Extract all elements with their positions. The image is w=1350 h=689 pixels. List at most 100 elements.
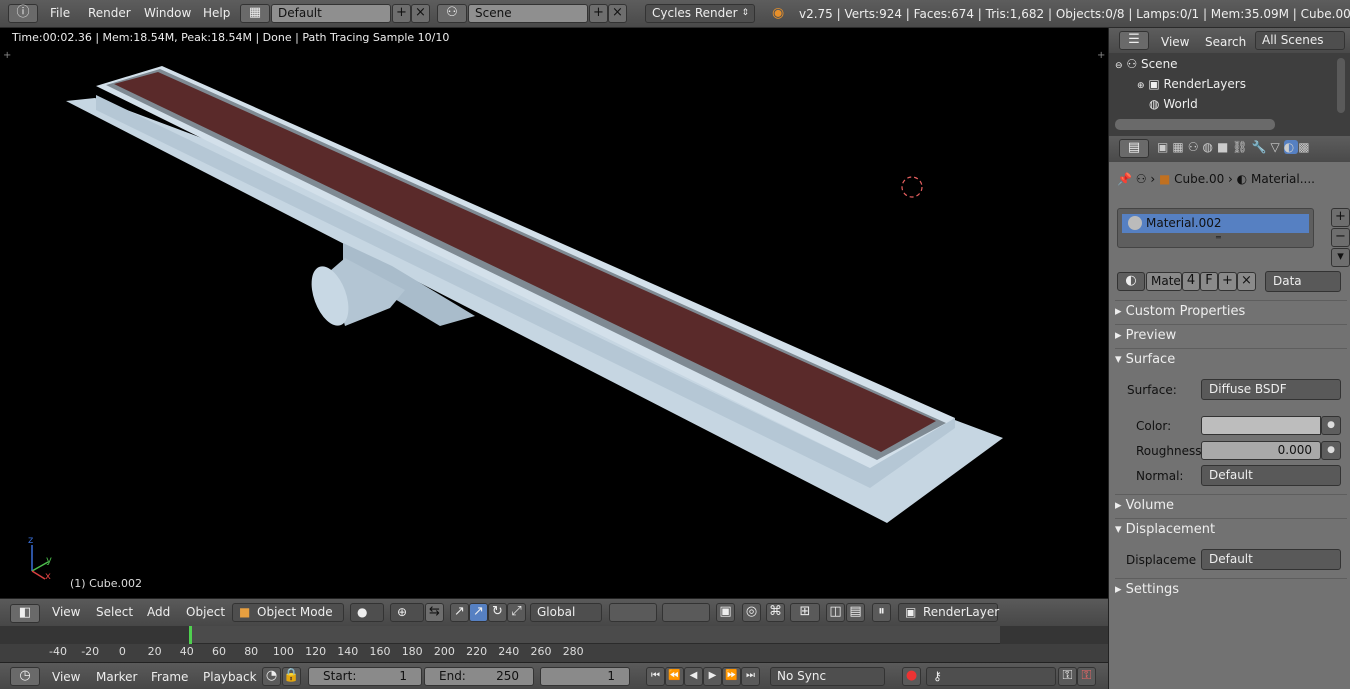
material-name-field[interactable]: Mate: [1146, 272, 1182, 291]
translate-manipulator-icon[interactable]: ↗: [469, 603, 488, 622]
panel-volume[interactable]: ▸ Volume: [1115, 494, 1347, 516]
delete-keyframe-icon[interactable]: ⚿: [1077, 667, 1096, 686]
remove-layout-icon[interactable]: ×: [411, 4, 430, 23]
material-slot-list[interactable]: Material.002 ═: [1117, 208, 1314, 248]
outliner-item-renderlayers[interactable]: ⊕ ▣ RenderLayers: [1109, 74, 1341, 94]
scene-icon[interactable]: ⚇: [437, 4, 467, 23]
layers-tab-icon[interactable]: ▦: [1172, 140, 1187, 154]
remove-slot-icon[interactable]: −: [1331, 228, 1350, 247]
keying-set-field[interactable]: ⚷: [926, 667, 1056, 686]
menu-outliner-view[interactable]: View: [1161, 34, 1189, 53]
mode-dropdown[interactable]: ■ Object Mode: [232, 603, 344, 622]
autokey-icon[interactable]: ◔: [262, 667, 281, 686]
layer-lock-icon[interactable]: ▣: [716, 603, 735, 622]
snap-element-icon[interactable]: ◎: [742, 603, 761, 622]
color-link-icon[interactable]: ●: [1321, 416, 1341, 435]
scene-tab-icon[interactable]: ⚇: [1188, 140, 1203, 154]
menu-tl-view[interactable]: View: [52, 669, 80, 688]
panel-preview[interactable]: ▸ Preview: [1115, 324, 1347, 346]
insert-keyframe-icon[interactable]: ⚿: [1058, 667, 1077, 686]
add-scene-icon[interactable]: +: [589, 4, 608, 23]
screen-layout-field[interactable]: Default: [271, 4, 391, 23]
editor-type-outliner-icon[interactable]: ☰: [1119, 31, 1149, 50]
menu-window[interactable]: Window: [144, 6, 191, 20]
editor-type-timeline-icon[interactable]: ◷: [10, 667, 40, 686]
lock-range-icon[interactable]: 🔒: [282, 667, 301, 686]
proportional-icon[interactable]: ⇆: [425, 603, 444, 622]
screen-layout-icon[interactable]: ▦: [240, 4, 270, 23]
resize-handle-icon[interactable]: ═: [1216, 233, 1221, 242]
render-engine-dropdown[interactable]: Cycles Render ⇕: [645, 4, 755, 23]
manipulator-toggle-icon[interactable]: ↗: [450, 603, 469, 622]
opengl-render-icon[interactable]: ◫: [826, 603, 845, 622]
menu-add[interactable]: Add: [147, 604, 170, 623]
panel-surface[interactable]: ▾ Surface: [1115, 348, 1347, 370]
menu-tl-playback[interactable]: Playback: [203, 669, 257, 688]
timeline[interactable]: -40 -20 0 20 40 60 80 100 120 140 160 180 200 220 240 2…: [0, 626, 1108, 662]
jump-keyframe-forward-icon[interactable]: ⏩: [722, 667, 741, 686]
browse-material-icon[interactable]: ◐: [1117, 272, 1145, 291]
menu-object[interactable]: Object: [186, 604, 225, 623]
remove-scene-icon[interactable]: ×: [608, 4, 627, 23]
layers-grid-2[interactable]: [662, 603, 710, 622]
play-icon[interactable]: ▶: [703, 667, 722, 686]
jump-end-icon[interactable]: ⏭: [741, 667, 760, 686]
orientation-dropdown[interactable]: Global: [530, 603, 602, 622]
outliner-item-world[interactable]: ◍ World: [1109, 94, 1341, 114]
displacement-dropdown[interactable]: Default: [1201, 549, 1341, 570]
pivot-dropdown[interactable]: ⊕: [390, 603, 424, 622]
panel-displacement[interactable]: ▾ Displacement: [1115, 518, 1347, 540]
link-mode-dropdown[interactable]: Data: [1265, 271, 1341, 292]
menu-file[interactable]: File: [50, 6, 70, 20]
menu-tl-marker[interactable]: Marker: [96, 669, 137, 688]
roughness-link-icon[interactable]: ●: [1321, 441, 1341, 460]
modifiers-tab-icon[interactable]: 🔧: [1252, 140, 1271, 154]
menu-select[interactable]: Select: [96, 604, 133, 623]
normal-dropdown[interactable]: Default: [1201, 465, 1341, 486]
start-frame-field[interactable]: Start: 1: [308, 667, 422, 686]
outliner-display-dropdown[interactable]: All Scenes: [1255, 31, 1345, 50]
editor-type-3d-icon[interactable]: ◧: [10, 604, 40, 623]
snap-mode-icon[interactable]: ⊞: [790, 603, 820, 622]
shading-dropdown[interactable]: ●: [350, 603, 384, 622]
play-reverse-icon[interactable]: ◀: [684, 667, 703, 686]
menu-render[interactable]: Render: [88, 6, 131, 20]
context-tabs[interactable]: ▣▦⚇◍■⛓🔧▽◐▩: [1157, 140, 1347, 158]
surface-shader-dropdown[interactable]: Diffuse BSDF: [1201, 379, 1341, 400]
scale-manipulator-icon[interactable]: ⤢: [507, 603, 526, 622]
outliner-item-scene[interactable]: ⊖ ⚇ Scene: [1109, 54, 1341, 74]
current-frame-field[interactable]: 1: [540, 667, 630, 686]
editor-type-properties-icon[interactable]: ▤: [1119, 139, 1149, 158]
fake-user-toggle[interactable]: F: [1200, 272, 1218, 291]
info-editor-type-icon[interactable]: ⓘ: [8, 4, 38, 23]
unlink-material-icon[interactable]: ×: [1237, 272, 1256, 291]
outliner-hscrollbar[interactable]: [1115, 119, 1275, 130]
add-layout-icon[interactable]: +: [392, 4, 411, 23]
record-icon[interactable]: ●: [902, 667, 921, 686]
opengl-anim-icon[interactable]: ▤: [846, 603, 865, 622]
new-material-icon[interactable]: +: [1218, 272, 1237, 291]
panel-custom-properties[interactable]: ▸ Custom Properties: [1115, 300, 1347, 322]
jump-keyframe-back-icon[interactable]: ⏪: [665, 667, 684, 686]
users-count[interactable]: 4: [1182, 272, 1200, 291]
roughness-slider[interactable]: 0.000: [1201, 441, 1321, 460]
texture-tab-icon[interactable]: ▩: [1298, 140, 1313, 154]
menu-view[interactable]: View: [52, 604, 80, 623]
rotate-manipulator-icon[interactable]: ↻: [488, 603, 507, 622]
current-frame-marker[interactable]: [189, 626, 192, 644]
color-swatch[interactable]: [1201, 416, 1321, 435]
snap-toggle-icon[interactable]: ⌘: [766, 603, 785, 622]
sync-dropdown[interactable]: No Sync: [770, 667, 885, 686]
world-tab-icon[interactable]: ◍: [1202, 140, 1216, 154]
constraints-tab-icon[interactable]: ⛓: [1232, 140, 1251, 154]
menu-help[interactable]: Help: [203, 6, 230, 20]
data-tab-icon[interactable]: ▽: [1270, 140, 1283, 154]
jump-start-icon[interactable]: ⏮: [646, 667, 665, 686]
menu-outliner-search[interactable]: Search: [1205, 34, 1246, 53]
end-frame-field[interactable]: End: 250: [424, 667, 534, 686]
render-layer-field[interactable]: ▣ RenderLayer: [898, 603, 999, 622]
outliner-vscrollbar[interactable]: [1337, 58, 1345, 113]
panel-settings[interactable]: ▸ Settings: [1115, 578, 1347, 600]
slot-menu-icon[interactable]: ▾: [1331, 248, 1350, 267]
pause-render-icon[interactable]: ⏸: [872, 603, 891, 622]
